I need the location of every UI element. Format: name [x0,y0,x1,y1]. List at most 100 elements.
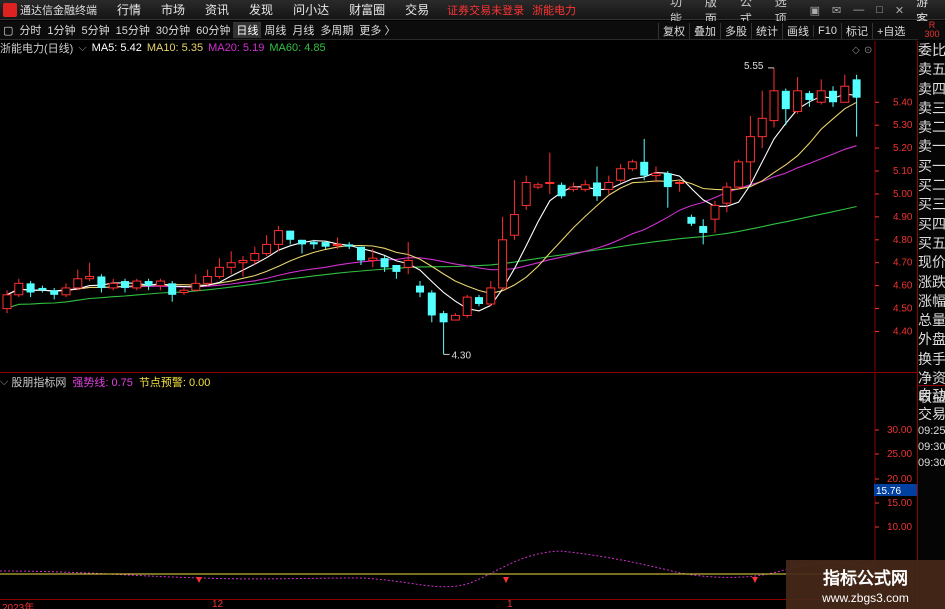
maximize-icon[interactable]: □ [870,4,889,16]
candle-body [557,184,566,197]
btn-adjust[interactable]: 复权 [658,22,689,39]
right-quote-panel: R 300 委比 卖五 卖四 卖三 卖二 卖一 买一 买二 买三 买四 买五 现价 涨跌 涨幅 总量 外盘 换手… [917,21,945,609]
signal-marker-icon [752,577,758,583]
period-weekly[interactable]: 周线 [261,22,289,38]
btn-overlay[interactable]: 叠加 [689,22,720,39]
menu-right: 功能 版面 公式 选项 ▣ ✉ — □ ✕ 游客 [664,0,945,26]
candle-body [734,161,744,188]
candle-body [498,239,508,289]
indicator-tick-label: 30.00 [887,425,912,436]
period-daily[interactable]: 日线 [233,22,262,38]
time-entry-3: 09:30 [918,456,945,469]
period-monthly[interactable]: 月线 [289,22,317,38]
quote-field-list: 委比 卖五 卖四 卖三 卖二 卖一 买一 买二 买三 买四 买五 现价 涨跌 涨幅 总量 外盘 换手 净资 收益 [918,41,945,408]
candle-body [627,161,637,170]
toolbar-toggle-icon[interactable]: ▢ [0,24,16,37]
period-15min[interactable]: 15分钟 [113,22,153,38]
candle-body [699,226,708,233]
candle-body [640,161,649,176]
candle-body [805,93,814,100]
candle-body [155,280,165,287]
menu-wealth[interactable]: 财富圈 [339,1,395,18]
candle-body [450,314,460,321]
candle-body [781,90,790,110]
period-5min[interactable]: 5分钟 [79,22,113,38]
candle-body [521,181,531,206]
candle-body [108,282,118,289]
period-toolbar: ▢ 分时 1分钟 5分钟 15分钟 30分钟 60分钟 日线 周线 月线 多周期… [0,21,945,40]
quote-field-13: 涨幅 [918,292,945,309]
period-1min[interactable]: 1分钟 [44,22,78,38]
candle-body [273,230,283,245]
period-30min[interactable]: 30分钟 [153,22,193,38]
login-status[interactable]: 证券交易未登录 [447,2,524,18]
candle-body [132,280,142,289]
candle-body [238,259,248,264]
btn-f10[interactable]: F10 [813,24,841,37]
app-logo-icon [3,2,17,17]
candle-body [840,85,850,103]
skin-icon[interactable]: ▣ [804,4,826,17]
candle-body [97,276,106,288]
candle-body [533,184,543,188]
period-more[interactable]: 更多 〉 [356,22,398,38]
candle-body [757,117,767,138]
annotation-label: 4.30 [452,350,472,361]
btn-mark[interactable]: 标记 [840,22,872,39]
candle-body [816,90,826,103]
indicator-tick-label: 25.00 [887,449,912,460]
quote-field-2: 卖四 [918,80,945,97]
minimize-icon[interactable]: — [847,4,870,16]
menu-quotes[interactable]: 行情 [107,1,151,18]
message-icon[interactable]: ✉ [826,4,847,17]
candlestick-chart[interactable]: 5.40 5.30 5.20 5.10 5.00 4.90 4.80 4.70 4.60 4.50… [0,41,917,371]
indicator-pane[interactable]: 30.00 25.00 20.00 15.00 10.00 15.76 [0,373,917,599]
btn-multi-stock[interactable]: 多股 [720,22,751,39]
menu-ask[interactable]: 问小达 [283,1,339,18]
menu-discover[interactable]: 发现 [239,1,283,18]
candle-body [61,287,71,296]
time-entry-2: 09:30 [918,440,945,453]
quote-field-3: 卖三 [918,99,945,116]
candle-body [475,297,483,304]
candle-body [144,281,153,286]
signal-marker-icon [503,577,509,583]
price-tick-label: 5.40 [893,97,913,108]
btn-stats[interactable]: 统计 [751,22,782,39]
candle-body [580,184,590,190]
candle-body [745,136,755,163]
menu-market[interactable]: 市场 [151,1,195,18]
menu-trade[interactable]: 交易 [395,1,439,18]
candle-body [403,259,413,268]
close-icon[interactable]: ✕ [889,4,910,17]
candle-body [616,168,626,181]
period-multi[interactable]: 多周期 [317,22,356,38]
candle-body [179,289,189,294]
diamond-icon[interactable]: ◇ [852,45,860,56]
corner-number: 300 [924,29,940,39]
btn-draw[interactable]: 画线 [782,22,813,39]
date-label-dec: 12 [212,599,224,609]
candle-body [309,242,318,245]
candle-body [852,79,861,98]
trade-label[interactable]: 交易 [918,405,945,424]
candle-body [26,283,35,293]
candle-body [2,294,12,310]
menu-news[interactable]: 资讯 [195,1,239,18]
zoom-icon[interactable]: ⊙ [864,45,872,56]
quote-field-4: 卖二 [918,119,945,136]
candle-body [593,182,601,197]
candle-body [50,290,59,295]
auto-trade-label[interactable]: 自动 [918,386,945,405]
candle-body [345,244,354,247]
indicator-tick-label: 15.00 [887,498,912,509]
price-axis: 5.40 5.30 5.20 5.10 5.00 4.90 4.80 4.70 4.60 4.50… [875,97,913,337]
candle-body [73,278,83,289]
watermark-url: www.zbgs3.com [822,591,909,605]
period-60min[interactable]: 60分钟 [193,22,233,38]
period-intraday[interactable]: 分时 [16,22,44,38]
indicator-current-value: 15.76 [876,486,901,497]
btn-add-favorite[interactable]: +自选 [871,22,909,39]
menu-bar: 通达信金融终端 行情 市场 资讯 发现 问小达 财富圈 交易 证券交易未登录 浙… [0,0,945,26]
annotation-label: 5.55 [744,61,764,72]
